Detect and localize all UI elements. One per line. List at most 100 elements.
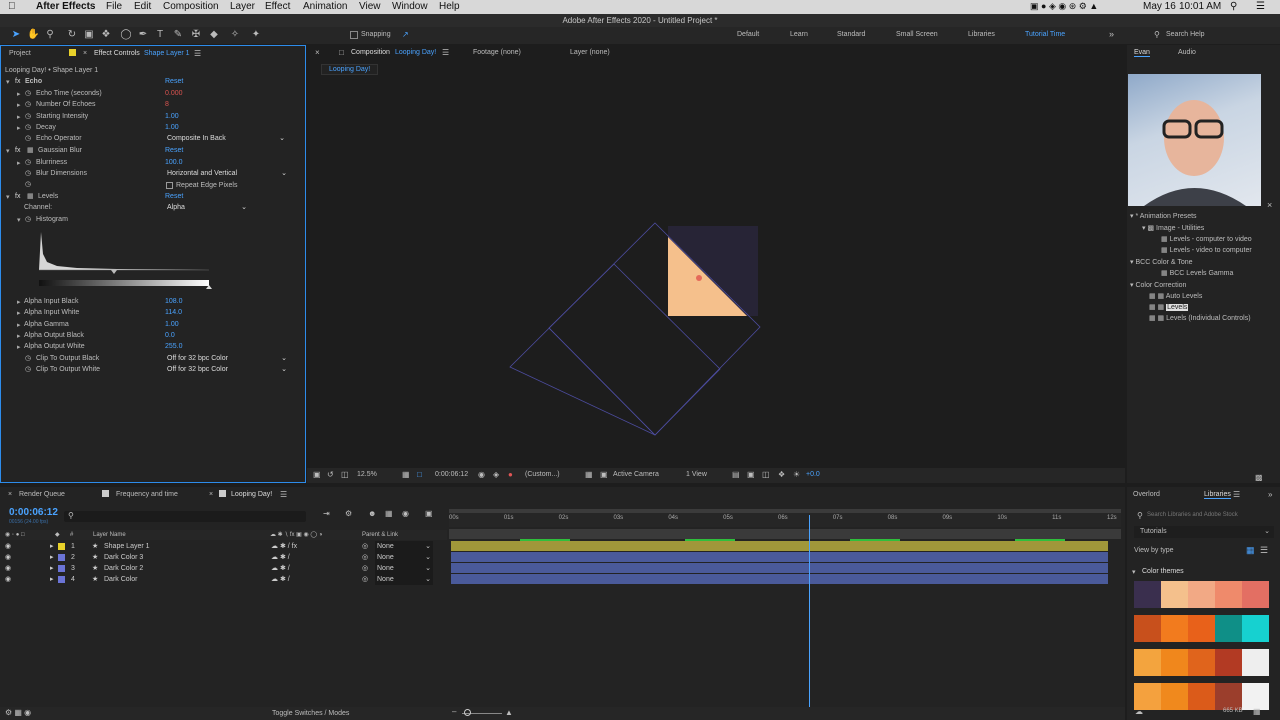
- roto-tool-icon[interactable]: ✧: [229, 29, 241, 41]
- tab-frequency-and-time[interactable]: Frequency and time: [116, 491, 178, 498]
- tab-looping-day[interactable]: Looping Day!: [231, 491, 272, 498]
- menu-animation[interactable]: Animation: [303, 1, 347, 12]
- shy-icon[interactable]: ☻: [368, 509, 376, 518]
- camera-tool-icon[interactable]: ▣: [83, 29, 95, 41]
- close-icon[interactable]: ×: [209, 491, 213, 498]
- repeat-edge-checkbox[interactable]: [166, 182, 173, 189]
- tab-layer[interactable]: Layer (none): [570, 49, 610, 56]
- workspace-tutorial-time[interactable]: Tutorial Time: [1025, 31, 1065, 38]
- tab-effect-layer[interactable]: Shape Layer 1: [144, 50, 190, 57]
- anchor-point[interactable]: [696, 275, 702, 281]
- zoom-tool-icon[interactable]: ⚲: [44, 29, 56, 41]
- stopwatch-icon[interactable]: ◷: [25, 353, 31, 364]
- effect-levels-name[interactable]: Levels: [38, 191, 58, 202]
- tree-item-9[interactable]: ▦ ▦ Levels (Individual Controls): [1149, 314, 1251, 322]
- menu-edit[interactable]: Edit: [134, 1, 151, 12]
- transparency-grid-icon[interactable]: ▦: [585, 470, 593, 479]
- exposure-value[interactable]: +0.0: [806, 471, 820, 478]
- app-menu[interactable]: After Effects: [36, 1, 95, 12]
- blurriness-value[interactable]: 100.0: [165, 157, 183, 168]
- menu-window[interactable]: Window: [392, 1, 428, 12]
- color-swatch[interactable]: [1134, 649, 1161, 676]
- tree-item-7[interactable]: ▦ ▦ Auto Levels: [1149, 292, 1202, 300]
- library-dropdown[interactable]: Tutorials ⌄: [1134, 526, 1274, 538]
- tab-evan[interactable]: Evan: [1134, 49, 1150, 57]
- alpha-input-white-value[interactable]: 114.0: [165, 307, 182, 318]
- chevron-right-icon[interactable]: ▸: [17, 343, 21, 351]
- view-layout-dropdown[interactable]: 1 View: [686, 471, 707, 478]
- puppet-tool-icon[interactable]: ✦: [250, 29, 262, 41]
- effect-blur-name[interactable]: Gaussian Blur: [38, 145, 82, 156]
- layer-name-header[interactable]: Layer Name: [93, 530, 126, 540]
- color-swatch[interactable]: [1161, 581, 1188, 608]
- stopwatch-icon[interactable]: ◷: [25, 364, 31, 375]
- eye-icon[interactable]: ◉: [5, 541, 11, 552]
- alpha-output-white-value[interactable]: 255.0: [165, 341, 183, 352]
- search-icon[interactable]: ⚲: [1230, 1, 1237, 12]
- tree-item-2[interactable]: ▦ Levels - computer to video: [1161, 235, 1252, 243]
- layer-label-color[interactable]: [58, 554, 65, 561]
- current-timecode[interactable]: 0:00:06:12: [9, 507, 58, 518]
- track-dark-color-3[interactable]: [451, 552, 1108, 562]
- chevron-right-icon[interactable]: ▸: [17, 298, 21, 306]
- chevron-right-icon[interactable]: ▸: [17, 332, 21, 340]
- shape-tool-icon[interactable]: ◯: [120, 29, 132, 41]
- workspace-learn[interactable]: Learn: [790, 31, 808, 38]
- stopwatch-icon[interactable]: ◷: [25, 214, 31, 225]
- stopwatch-icon[interactable]: ◷: [25, 168, 31, 179]
- layer-label-color[interactable]: [58, 565, 65, 572]
- tree-item-8[interactable]: ▦ ▦ Levels: [1149, 303, 1189, 311]
- chevron-right-icon[interactable]: ▸: [17, 124, 21, 132]
- channel-dropdown[interactable]: Alpha ⌄: [167, 203, 249, 213]
- chevron-right-icon[interactable]: ▸: [50, 541, 54, 552]
- menu-file[interactable]: File: [106, 1, 122, 12]
- tree-item-6[interactable]: ▾ Color Correction: [1130, 281, 1186, 289]
- panel-menu-icon[interactable]: ☰: [1233, 490, 1240, 499]
- panel-menu-icon[interactable]: ☰: [442, 48, 449, 57]
- region-toggle-icon[interactable]: ▣: [600, 470, 608, 479]
- blur-dimensions-dropdown[interactable]: Horizontal and Vertical ⌄: [167, 169, 289, 179]
- chevron-down-icon[interactable]: ▾: [6, 193, 10, 201]
- layer-name[interactable]: Dark Color 3: [104, 552, 143, 563]
- pickwhip-icon[interactable]: ◎: [362, 574, 368, 585]
- parent-dropdown[interactable]: None ⌄: [375, 541, 433, 552]
- comp-viewer[interactable]: [307, 75, 1125, 467]
- eye-icon[interactable]: ◉: [5, 563, 11, 574]
- color-themes-header[interactable]: Color themes: [1142, 568, 1184, 575]
- menu-view[interactable]: View: [359, 1, 381, 12]
- color-swatch[interactable]: [1215, 649, 1242, 676]
- parent-dropdown[interactable]: None ⌄: [375, 563, 433, 574]
- magnifier-icon[interactable]: ▣: [313, 470, 321, 479]
- color-swatch[interactable]: [1188, 615, 1215, 642]
- color-channel-icon[interactable]: ●: [508, 470, 513, 479]
- draft-3d-icon[interactable]: ⚙: [345, 509, 352, 518]
- tab-render-queue[interactable]: Render Queue: [19, 491, 65, 498]
- color-swatch[interactable]: [1161, 649, 1188, 676]
- pen-tool-icon[interactable]: ✒: [137, 29, 149, 41]
- add-content-icon[interactable]: ▦: [1253, 707, 1261, 716]
- workspace-standard[interactable]: Standard: [837, 31, 865, 38]
- color-swatch[interactable]: [1134, 581, 1161, 608]
- chevron-right-icon[interactable]: ▸: [50, 574, 54, 585]
- search-help-icon[interactable]: ⚲: [1154, 30, 1160, 39]
- menu-composition[interactable]: Composition: [163, 1, 219, 12]
- region-icon[interactable]: □: [417, 470, 422, 479]
- snapping-checkbox[interactable]: [350, 31, 358, 39]
- chevron-right-icon[interactable]: ▸: [50, 563, 54, 574]
- expand-icon[interactable]: »: [1268, 490, 1272, 499]
- search-help-input[interactable]: Search Help: [1166, 31, 1205, 38]
- brush-tool-icon[interactable]: ✎: [172, 29, 184, 41]
- library-search-input[interactable]: Search Libraries and Adobe Stock: [1147, 512, 1238, 518]
- color-swatch[interactable]: [1215, 581, 1242, 608]
- chevron-right-icon[interactable]: ▸: [17, 113, 21, 121]
- new-folder-icon[interactable]: ▩: [1255, 473, 1263, 482]
- color-swatch[interactable]: [1215, 683, 1242, 710]
- color-swatch[interactable]: [1188, 581, 1215, 608]
- tree-item-5[interactable]: ▦ BCC Levels Gamma: [1161, 269, 1233, 277]
- rotate-tool-icon[interactable]: ↻: [66, 29, 78, 41]
- echo-time-value[interactable]: 0.000: [165, 88, 183, 99]
- menu-help[interactable]: Help: [439, 1, 460, 12]
- close-icon[interactable]: ×: [8, 491, 12, 498]
- stopwatch-icon[interactable]: ◷: [25, 157, 31, 168]
- layer-switches[interactable]: ☁ ✱ /: [271, 574, 290, 585]
